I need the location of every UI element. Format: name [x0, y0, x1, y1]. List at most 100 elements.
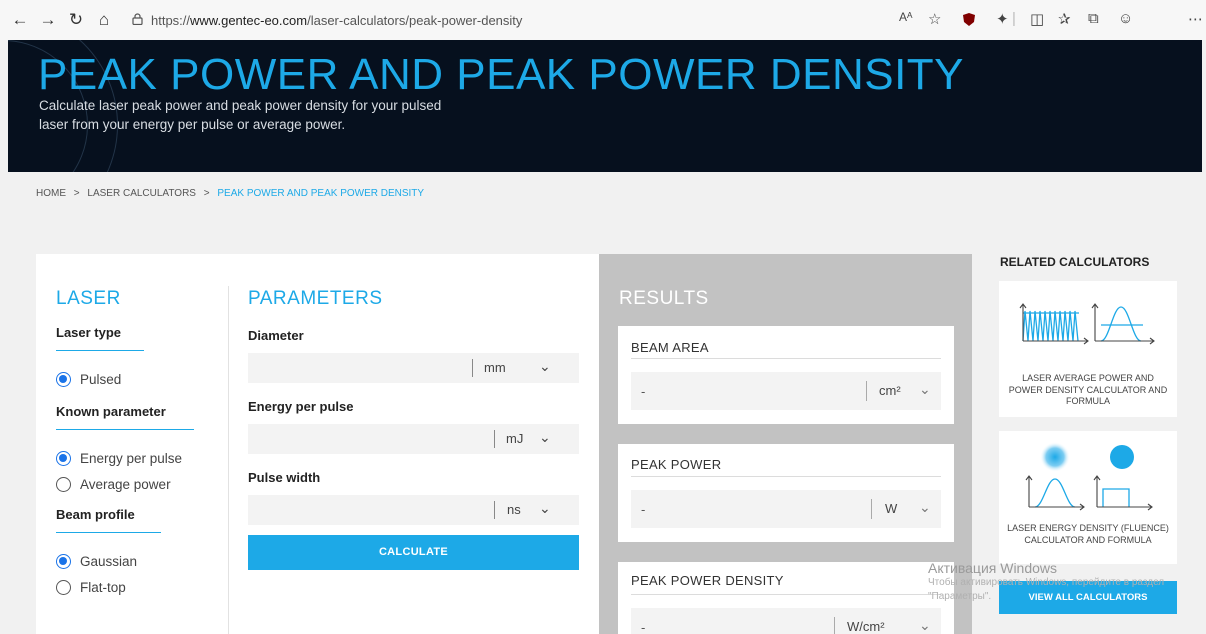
radio-energy-per-pulse[interactable]: Energy per pulse — [56, 449, 226, 467]
chevron-down-icon[interactable]: ⌄ — [539, 429, 551, 446]
breadcrumb-calculators[interactable]: LASER CALCULATORS — [87, 188, 196, 199]
label-underline — [56, 429, 194, 430]
radio-average-power[interactable]: Average power — [56, 475, 226, 493]
related-card-caption: LASER AVERAGE POWER AND POWER DENSITY CA… — [1008, 373, 1168, 406]
radio-label: Average power — [80, 476, 171, 492]
calculate-button[interactable]: CALCULATE — [248, 535, 579, 570]
label-underline — [56, 532, 161, 533]
results-section-title: RESULTS — [619, 288, 709, 309]
chevron-down-icon[interactable]: ⌄ — [919, 381, 931, 398]
refresh-icon[interactable]: ↻ — [62, 10, 90, 30]
page-title: PEAK POWER AND PEAK POWER DENSITY — [38, 50, 965, 99]
beam-profile-label: Beam profile — [56, 507, 135, 522]
peak-power-unit-select[interactable]: W — [885, 501, 897, 516]
chevron-down-icon[interactable]: ⌄ — [539, 500, 551, 517]
radio-gaussian[interactable]: Gaussian — [56, 552, 226, 570]
hero-banner: PEAK POWER AND PEAK POWER DENSITY Calcul… — [8, 40, 1202, 172]
chevron-down-icon[interactable]: ⌄ — [539, 358, 551, 375]
pulse-width-label: Pulse width — [248, 470, 321, 485]
diameter-input[interactable]: mm ⌄ — [248, 353, 579, 383]
radio-unchecked-icon[interactable] — [56, 579, 71, 595]
calculator-card: LASER Laser type Pulsed Known parameter … — [36, 254, 599, 634]
diameter-unit-select[interactable]: mm — [484, 360, 506, 375]
radio-label: Flat-top — [80, 579, 126, 595]
energy-per-pulse-label: Energy per pulse — [248, 399, 354, 414]
beam-area-output: - cm² ⌄ — [631, 372, 941, 410]
peak-power-label: PEAK POWER — [631, 457, 722, 472]
breadcrumb-separator: > — [73, 188, 80, 199]
toolbar-divider: | — [1012, 10, 1016, 27]
radio-checked-icon[interactable] — [56, 371, 71, 387]
radio-checked-icon[interactable] — [56, 450, 71, 466]
split-screen-icon[interactable]: ◫ — [1030, 10, 1044, 28]
forward-arrow-icon[interactable]: → — [34, 10, 62, 30]
url-path: /laser-calculators/peak-power-density — [307, 12, 523, 28]
breadcrumb-separator: > — [203, 188, 210, 199]
laser-section: LASER Laser type Pulsed Known parameter … — [56, 288, 226, 596]
browser-toolbar: ← → ↻ ⌂ https://www.gentec-eo.com/laser-… — [0, 0, 1206, 40]
beam-area-box: BEAM AREA - cm² ⌄ — [618, 326, 954, 424]
back-arrow-icon[interactable]: ← — [6, 10, 34, 30]
parameters-section-title: PARAMETERS — [248, 288, 383, 309]
result-divider — [631, 594, 941, 595]
parameters-section: PARAMETERS Diameter mm ⌄ Energy per puls… — [248, 288, 579, 525]
beam-area-unit-select[interactable]: cm² — [879, 383, 901, 398]
energy-unit-select[interactable]: mJ — [506, 431, 523, 446]
address-bar[interactable]: https://www.gentec-eo.com/laser-calculat… — [132, 13, 522, 28]
peak-power-density-unit-select[interactable]: W/cm² — [847, 619, 885, 634]
lock-icon[interactable] — [132, 12, 143, 28]
watermark-line2: "Параметры". — [928, 591, 992, 602]
collections-icon[interactable]: ⧉ — [1088, 10, 1099, 27]
laser-type-label: Laser type — [56, 325, 122, 340]
peak-power-density-value: - — [641, 620, 646, 634]
feedback-icon[interactable]: ☺ — [1118, 10, 1133, 27]
result-divider — [631, 358, 941, 359]
favorites-icon[interactable]: ✰ — [1058, 10, 1071, 28]
url-host: www.gentec-eo.com — [190, 12, 308, 28]
extensions-icon[interactable]: ✦ — [996, 10, 1009, 28]
radio-label: Gaussian — [80, 553, 138, 569]
page-subtitle: Calculate laser peak power and peak powe… — [39, 98, 442, 132]
fluence-chart-icon — [1025, 442, 1153, 511]
url-prefix: https:// — [151, 12, 191, 28]
field-separator — [871, 499, 872, 519]
pulse-unit-select[interactable]: ns — [507, 502, 521, 517]
results-panel: RESULTS BEAM AREA - cm² ⌄ PEAK POWER - W… — [599, 254, 972, 634]
average-power-chart-icon — [1019, 303, 1155, 345]
breadcrumb-home[interactable]: HOME — [36, 188, 66, 199]
related-card-average-power[interactable]: LASER AVERAGE POWER AND POWER DENSITY CA… — [999, 281, 1177, 417]
radio-label: Pulsed — [80, 371, 122, 387]
radio-pulsed[interactable]: Pulsed — [56, 370, 226, 388]
peak-power-value: - — [641, 502, 646, 517]
field-separator — [494, 501, 495, 519]
chevron-down-icon[interactable]: ⌄ — [919, 617, 931, 634]
energy-per-pulse-input[interactable]: mJ ⌄ — [248, 424, 579, 454]
breadcrumb: HOME > LASER CALCULATORS > PEAK POWER AN… — [36, 188, 424, 199]
field-separator — [866, 381, 867, 401]
radio-flat-top[interactable]: Flat-top — [56, 578, 226, 596]
radio-unchecked-icon[interactable] — [56, 476, 71, 492]
field-separator — [472, 359, 473, 377]
windows-activation-watermark: Активация Windows Чтобы активировать Win… — [928, 560, 1164, 604]
breadcrumb-current: PEAK POWER AND PEAK POWER DENSITY — [217, 188, 425, 199]
beam-area-label: BEAM AREA — [631, 340, 709, 355]
field-separator — [834, 617, 835, 634]
beam-area-value: - — [641, 384, 646, 399]
radio-checked-icon[interactable] — [56, 553, 71, 569]
favorite-star-icon[interactable]: ☆ — [928, 10, 941, 28]
peak-power-output: - W ⌄ — [631, 490, 941, 528]
related-card-fluence[interactable]: LASER ENERGY DENSITY (FLUENCE) CALCULATO… — [999, 431, 1177, 564]
read-aloud-icon[interactable]: Aᴬ — [899, 10, 912, 24]
result-divider — [631, 476, 941, 477]
home-icon[interactable]: ⌂ — [90, 10, 118, 30]
related-card-caption: LASER ENERGY DENSITY (FLUENCE) CALCULATO… — [1007, 523, 1169, 545]
pulse-width-input[interactable]: ns ⌄ — [248, 495, 579, 525]
field-separator — [494, 430, 495, 448]
ublock-icon[interactable] — [962, 12, 976, 31]
more-icon[interactable]: ⋯ — [1188, 10, 1203, 28]
column-divider — [228, 286, 229, 634]
watermark-line1: Чтобы активировать Windows, перейдите в … — [928, 577, 1165, 588]
peak-power-density-box: PEAK POWER DENSITY - W/cm² ⌄ — [618, 562, 954, 634]
diameter-label: Diameter — [248, 328, 304, 343]
chevron-down-icon[interactable]: ⌄ — [919, 499, 931, 516]
